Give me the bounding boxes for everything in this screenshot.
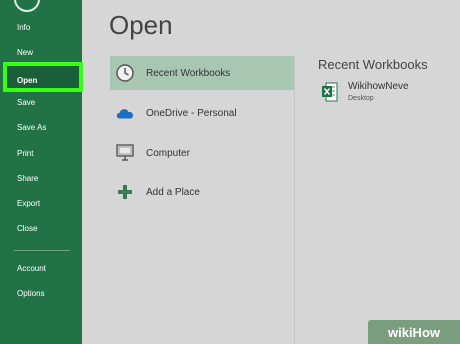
backstage-sidebar: Info New Open Save Save As Print Share E… [0,0,83,344]
location-recent-workbooks[interactable]: Recent Workbooks [110,56,294,90]
page-title: Open [109,10,173,40]
workbook-path: Desktop [348,95,374,102]
locations-list: Recent Workbooks OneDrive - Personal Com… [110,56,295,344]
location-label: OneDrive - Personal [146,107,237,119]
sidebar-item-share[interactable]: Share [0,169,82,189]
sidebar-divider [14,250,70,251]
excel-file-icon [322,82,338,102]
sidebar-item-print[interactable]: Print [0,144,82,164]
location-label: Computer [146,147,190,159]
workbook-name: WikihowNeve [348,81,409,92]
sidebar-item-new[interactable]: New [0,43,82,63]
sidebar-item-options[interactable]: Options [0,284,82,304]
location-onedrive[interactable]: OneDrive - Personal [110,96,294,130]
open-pane: Open Recent Workbooks OneDrive - Persona… [82,0,460,344]
sidebar-item-export[interactable]: Export [0,194,82,214]
location-computer[interactable]: Computer [110,136,294,170]
cloud-icon [115,103,135,123]
computer-icon [115,143,135,163]
wikihow-watermark: wikiHow [368,320,460,344]
back-arrow-icon[interactable] [14,0,40,12]
sidebar-item-close[interactable]: Close [0,219,82,239]
recent-workbooks-heading: Recent Workbooks [318,57,428,72]
sidebar-item-account[interactable]: Account [0,259,82,279]
sidebar-item-save-as[interactable]: Save As [0,118,82,138]
location-add-a-place[interactable]: Add a Place [110,175,294,209]
recent-workbook-item[interactable]: WikihowNeve Desktop [322,80,452,108]
sidebar-item-save[interactable]: Save [0,93,82,113]
sidebar-item-open[interactable]: Open [3,62,83,92]
location-label: Add a Place [146,186,200,198]
location-label: Recent Workbooks [146,67,231,79]
sidebar-item-info[interactable]: Info [0,18,82,38]
plus-icon [115,182,135,202]
clock-icon [115,63,135,83]
